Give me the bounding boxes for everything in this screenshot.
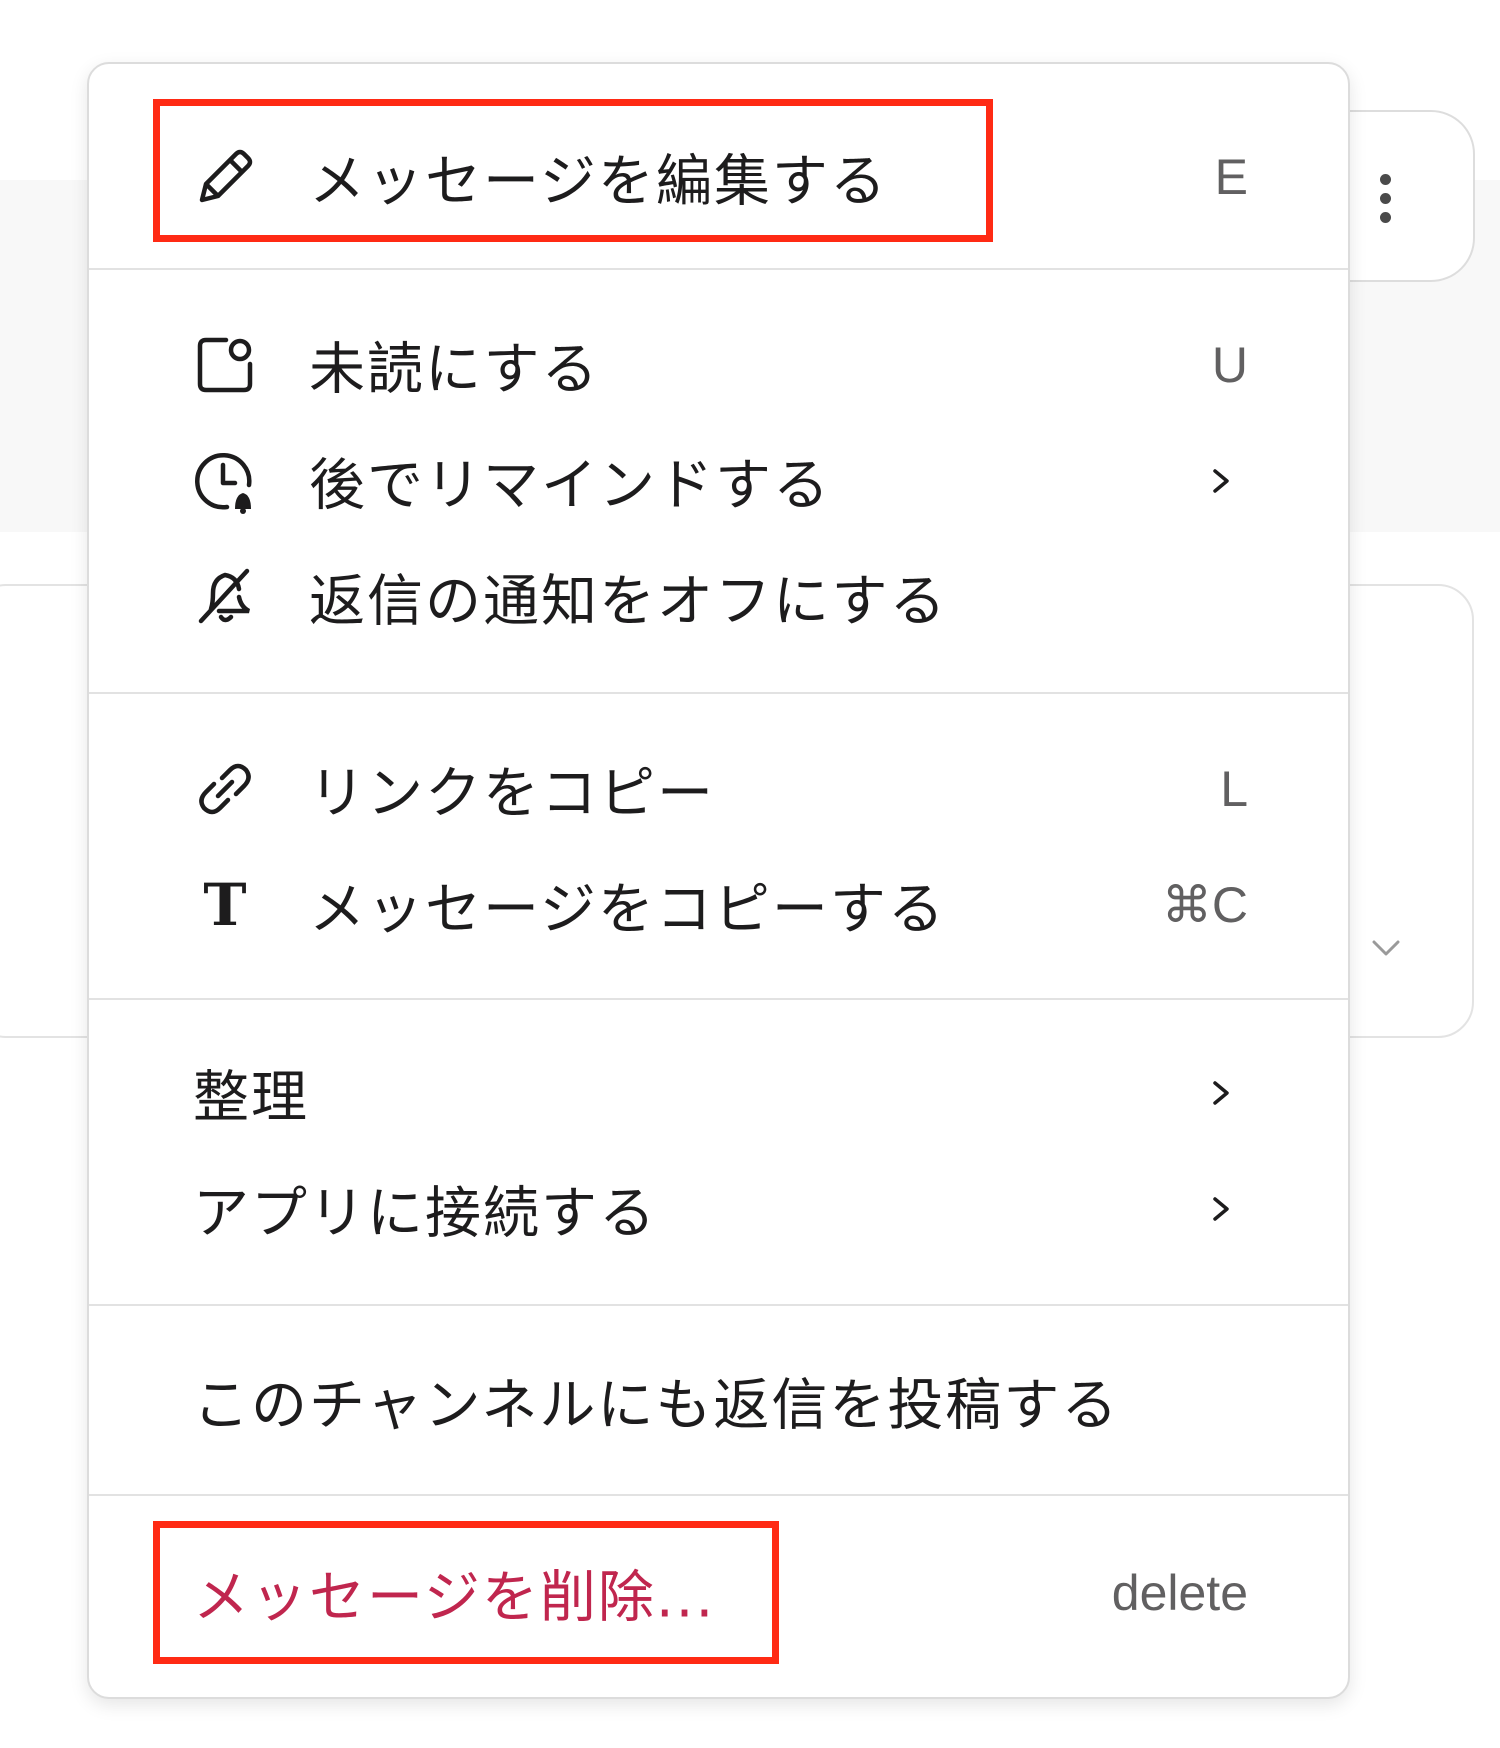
menu-item-copy-message[interactable]: T メッセージをコピーする ⌘C [89, 847, 1348, 963]
menu-item-label: 整理 [193, 1065, 309, 1131]
text-icon-glyph: T [203, 871, 247, 939]
shortcut-hint: E [1214, 149, 1248, 205]
menu-item-delete-message[interactable]: メッセージを削除... delete [89, 1535, 1348, 1651]
shortcut-hint: delete [1111, 1565, 1248, 1621]
menu-item-mark-unread[interactable]: 未読にする U [89, 307, 1348, 423]
mark-unread-icon [191, 331, 259, 399]
shortcut-hint: U [1211, 337, 1248, 393]
more-actions-icon[interactable] [1355, 158, 1415, 238]
menu-item-copy-link[interactable]: リンクをコピー L [89, 731, 1348, 847]
shortcut-hint: ⌘C [1161, 877, 1248, 933]
chevron-right-icon [1213, 469, 1229, 493]
menu-item-connect-app[interactable]: アプリに接続する [89, 1151, 1348, 1267]
menu-item-label: リンクをコピー [309, 761, 715, 827]
menu-item-label: メッセージを削除... [193, 1565, 716, 1631]
pencil-icon [191, 143, 259, 211]
menu-item-organize[interactable]: 整理 [89, 1035, 1348, 1151]
shortcut-hint: L [1220, 761, 1248, 817]
menu-item-label: 返信の通知をオフにする [309, 569, 948, 635]
bell-off-icon [191, 563, 259, 631]
menu-item-turn-off-notifications[interactable]: 返信の通知をオフにする [89, 539, 1348, 655]
text-icon: T [191, 871, 259, 939]
menu-item-label: 後でリマインドする [309, 453, 831, 519]
menu-item-edit-message[interactable]: メッセージを編集する E [89, 119, 1348, 235]
menu-item-remind-later[interactable]: 後でリマインドする [89, 423, 1348, 539]
chevron-down-icon[interactable] [1368, 930, 1404, 966]
menu-divider [89, 268, 1348, 270]
menu-item-label: メッセージをコピーする [309, 877, 946, 943]
menu-item-label: このチャンネルにも返信を投稿する [193, 1373, 1120, 1439]
clock-bell-icon [191, 447, 259, 515]
menu-item-also-send-to-channel[interactable]: このチャンネルにも返信を投稿する [89, 1343, 1348, 1459]
menu-item-label: 未読にする [309, 337, 600, 403]
chevron-right-icon [1213, 1081, 1229, 1105]
menu-divider [89, 692, 1348, 694]
menu-divider [89, 1494, 1348, 1496]
menu-item-label: アプリに接続する [193, 1181, 657, 1247]
menu-item-label: メッセージを編集する [309, 149, 888, 215]
chevron-right-icon [1213, 1197, 1229, 1221]
menu-divider [89, 998, 1348, 1000]
menu-divider [89, 1304, 1348, 1306]
message-context-menu: メッセージを編集する E 未読にする U 後でリマインドする 返信の通知をオフに… [87, 62, 1350, 1699]
link-icon [191, 755, 259, 823]
